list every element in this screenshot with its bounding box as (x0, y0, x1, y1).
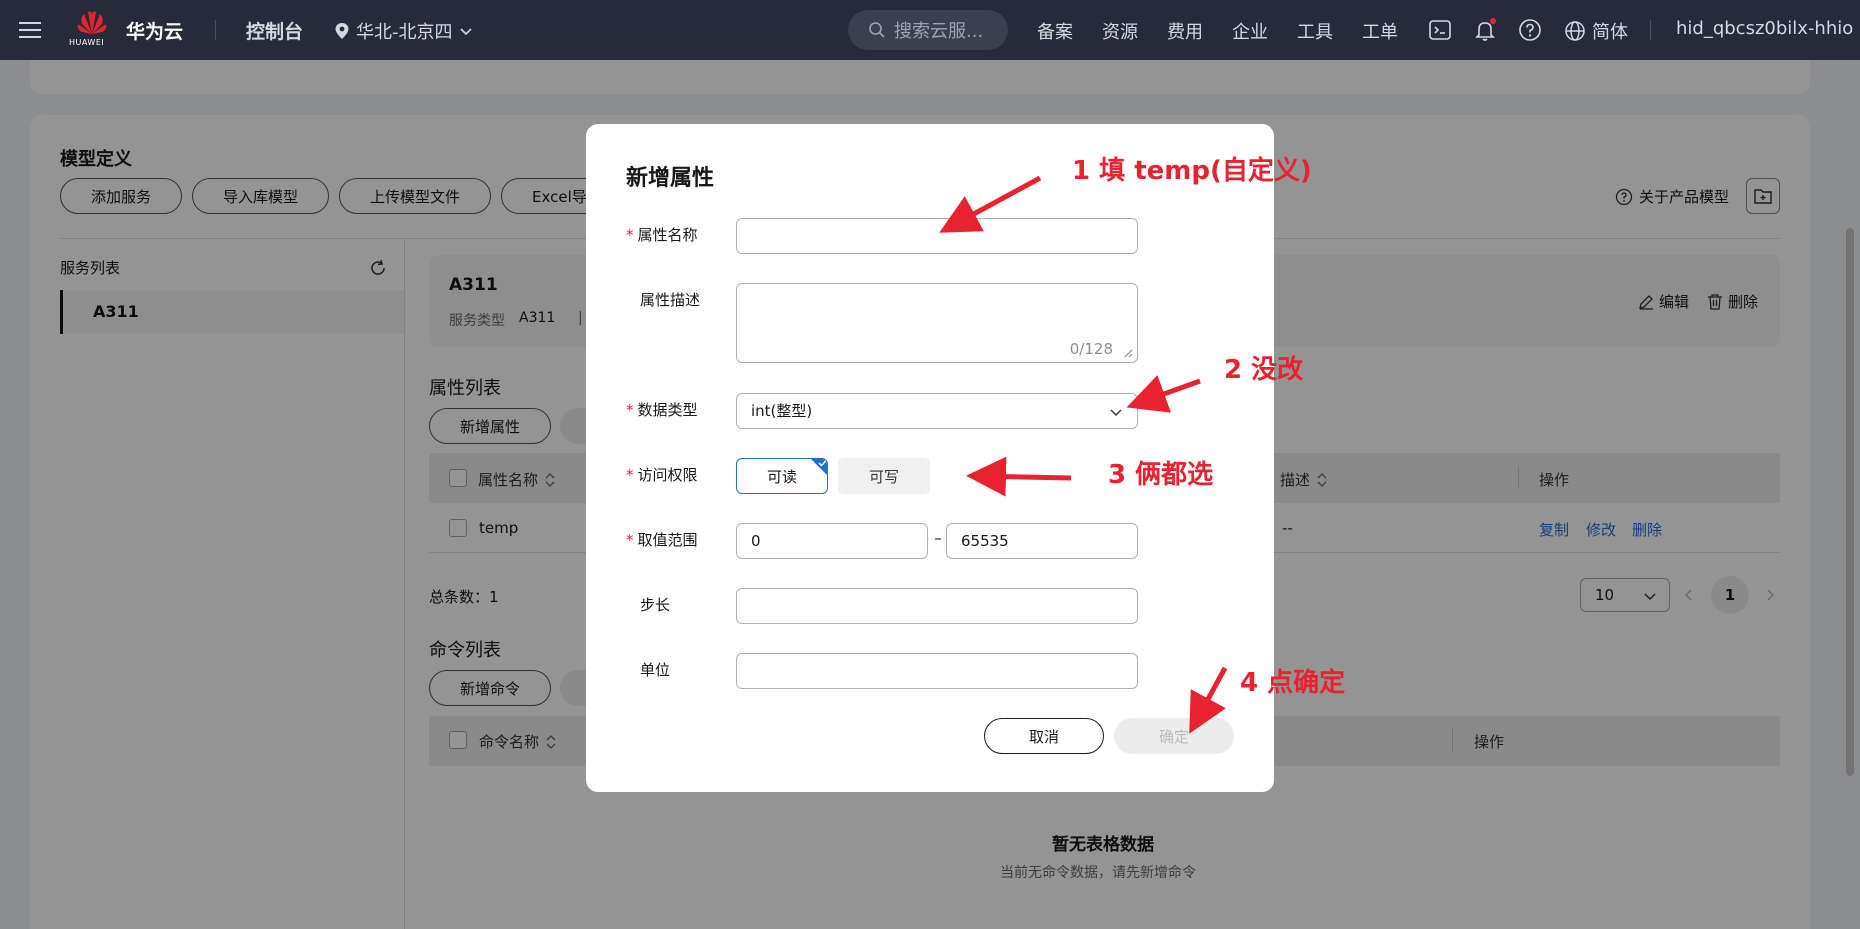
selected-check-icon (811, 459, 827, 475)
field-label-step: 步长 (626, 594, 670, 615)
username-menu[interactable]: hid_qbcsz0bilx-hhio (1676, 18, 1853, 39)
divider (1650, 20, 1651, 40)
range-min-input[interactable]: 0 (736, 523, 928, 559)
nav-enterprise[interactable]: 企业 (1232, 18, 1268, 44)
nav-tools[interactable]: 工具 (1297, 18, 1333, 44)
annotation-step-1: 1 填 temp(自定义) (1072, 156, 1312, 186)
access-readable-toggle[interactable]: 可读 (736, 458, 828, 494)
chevron-down-icon (459, 28, 472, 36)
unit-input[interactable] (736, 653, 1138, 689)
hamburger-menu-icon[interactable] (18, 18, 42, 42)
region-selector[interactable]: 华北-北京四 (334, 18, 473, 44)
field-label-unit: 单位 (626, 659, 670, 680)
label-text: 单位 (640, 661, 671, 679)
nav-tickets[interactable]: 工单 (1362, 18, 1398, 44)
search-placeholder: 搜索云服... (894, 21, 984, 42)
language-selector[interactable]: 简体 (1564, 18, 1628, 44)
label-text: 数据类型 (637, 401, 698, 419)
toggle-label: 可写 (868, 467, 899, 486)
logo-wordmark: HUAWEI (69, 38, 105, 47)
terminal-icon[interactable] (1427, 17, 1453, 43)
required-asterisk: * (626, 531, 634, 549)
annotation-step-3: 3 俩都选 (1108, 460, 1214, 490)
resize-handle-icon[interactable] (1123, 348, 1133, 358)
attr-desc-textarea[interactable]: 0/128 (736, 283, 1138, 363)
global-search-input[interactable]: 搜索云服... (848, 10, 1008, 50)
chevron-down-icon (1110, 409, 1122, 417)
label-text: 步长 (640, 596, 671, 614)
globe-icon (1565, 21, 1585, 41)
field-label-access: * 访问权限 (626, 464, 698, 485)
search-icon (869, 22, 885, 38)
annotation-step-4: 4 点确定 (1240, 668, 1346, 698)
required-asterisk: * (626, 401, 634, 419)
cancel-button[interactable]: 取消 (984, 718, 1104, 754)
field-label-range: * 取值范围 (626, 529, 698, 550)
annotation-step-2: 2 没改 (1224, 355, 1304, 385)
range-max-input[interactable]: 65535 (946, 523, 1138, 559)
label-text: 访问权限 (637, 466, 698, 484)
step-input[interactable] (736, 588, 1138, 624)
required-asterisk: * (626, 226, 634, 244)
range-separator: – (934, 529, 942, 547)
language-label: 简体 (1592, 22, 1628, 43)
access-writable-toggle[interactable]: 可写 (838, 458, 930, 494)
nav-resources[interactable]: 资源 (1102, 18, 1138, 44)
field-label-attr-name: * 属性名称 (626, 224, 698, 245)
data-type-select[interactable]: int(整型) (736, 393, 1138, 429)
label-text: 属性名称 (637, 226, 698, 244)
divider (215, 20, 216, 40)
console-link[interactable]: 控制台 (246, 17, 303, 44)
attr-name-input[interactable] (736, 218, 1138, 254)
label-text: 取值范围 (637, 531, 698, 549)
top-navigation-bar: HUAWEI 华为云 控制台 华北-北京四 搜索云服... 备案 资源 费用 企… (0, 0, 1860, 60)
nav-billing[interactable]: 费用 (1167, 18, 1203, 44)
toggle-label: 可读 (766, 467, 797, 486)
nav-beian[interactable]: 备案 (1037, 18, 1073, 44)
location-pin-icon (335, 23, 349, 39)
required-asterisk: * (626, 466, 634, 484)
label-text: 属性描述 (640, 291, 701, 309)
confirm-button[interactable]: 确定 (1114, 718, 1234, 754)
field-label-data-type: * 数据类型 (626, 399, 698, 420)
notification-bell-icon[interactable] (1472, 17, 1498, 43)
selected-value: int(整型) (751, 402, 813, 420)
char-counter: 0/128 (1069, 340, 1113, 358)
field-label-attr-desc: 属性描述 (626, 289, 700, 310)
dialog-title: 新增属性 (626, 166, 715, 191)
help-icon[interactable] (1517, 17, 1543, 43)
region-name: 华北-北京四 (356, 22, 453, 43)
brand-name[interactable]: 华为云 (126, 17, 183, 44)
